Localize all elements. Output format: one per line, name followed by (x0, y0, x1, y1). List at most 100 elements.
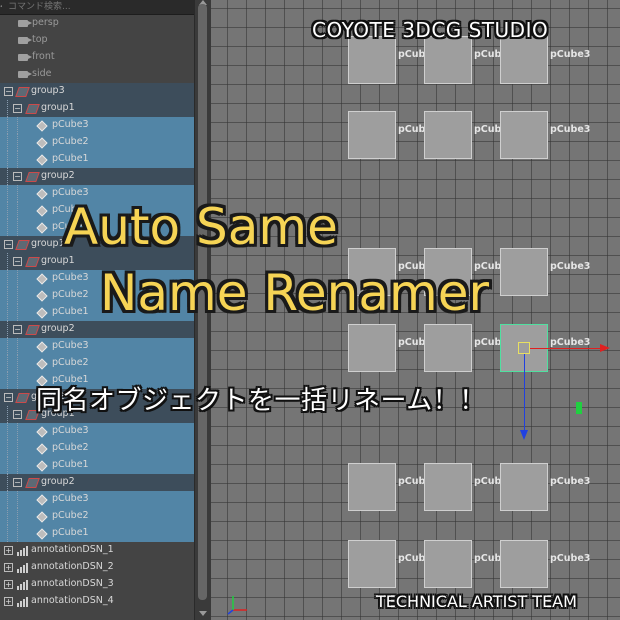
collapse-icon[interactable]: − (4, 393, 13, 402)
app-window: ◂ persptopfrontside−group3−group1pCube3p… (0, 0, 620, 620)
cube[interactable] (424, 36, 472, 84)
outliner-annotation-item[interactable]: + annotationDSN_3 (0, 576, 194, 593)
collapse-icon[interactable]: − (13, 104, 22, 113)
outliner-mesh-item[interactable]: pCube3 (0, 491, 194, 508)
collapse-icon[interactable]: − (13, 325, 22, 334)
outliner-mesh-item[interactable]: pCube3 (0, 338, 194, 355)
tree-guide-line (7, 474, 8, 491)
outliner-item-label: annotationDSN_2 (31, 561, 114, 572)
expand-icon[interactable]: + (4, 597, 13, 606)
cube[interactable] (348, 463, 396, 511)
tree-guide-line (17, 270, 18, 287)
cube[interactable] (424, 111, 472, 159)
outliner-annotation-item[interactable]: + annotationDSN_1 (0, 542, 194, 559)
outliner-subgroup[interactable]: − group2 (0, 474, 194, 491)
tree-guide-line (17, 457, 18, 474)
outliner-item-label: pCube3 (52, 272, 89, 283)
tree-guide-line (17, 117, 18, 134)
tree-guide-line (7, 134, 8, 151)
group-transform-icon (16, 239, 28, 249)
mesh-cube-icon (36, 511, 47, 522)
outliner-annotation-item[interactable]: + annotationDSN_4 (0, 593, 194, 610)
x-axis-handle[interactable] (530, 348, 600, 349)
outliner-item-label: pCube1 (52, 306, 89, 317)
mesh-cube-icon (36, 273, 47, 284)
camera-icon (18, 20, 32, 27)
tree-guide-line (7, 372, 8, 389)
cube[interactable] (424, 463, 472, 511)
cube[interactable] (348, 324, 396, 372)
expand-icon[interactable]: + (4, 563, 13, 572)
outliner-item-label: pCube3 (52, 119, 89, 130)
outliner-mesh-item[interactable]: pCube2 (0, 508, 194, 525)
outliner-item-label: pCube3 (52, 340, 89, 351)
y-axis-arrow-icon[interactable] (520, 430, 528, 440)
cube[interactable] (500, 111, 548, 159)
tree-guide-line (7, 440, 8, 457)
outliner-item-label: group1 (41, 255, 75, 266)
outliner-subgroup[interactable]: − group1 (0, 100, 194, 117)
collapse-icon[interactable]: − (13, 410, 22, 419)
outliner-camera-side[interactable]: side (0, 66, 194, 83)
cube[interactable] (348, 111, 396, 159)
outliner-camera-front[interactable]: front (0, 49, 194, 66)
tree-guide-line (17, 287, 18, 304)
outliner-group[interactable]: − group3 (0, 83, 194, 100)
outliner-annotation-item[interactable]: + annotationDSN_2 (0, 559, 194, 576)
outliner-mesh-item[interactable]: pCube2 (0, 440, 194, 457)
outliner-camera-top[interactable]: top (0, 32, 194, 49)
outliner-camera-persp[interactable]: persp (0, 15, 194, 32)
outliner-mesh-item[interactable]: pCube3 (0, 117, 194, 134)
tree-guide-line (7, 219, 8, 236)
annotation-icon (15, 579, 28, 590)
cube[interactable] (424, 540, 472, 588)
title-line-2: Name Renamer (100, 264, 490, 322)
cube[interactable] (348, 540, 396, 588)
outliner-mesh-item[interactable]: pCube1 (0, 525, 194, 542)
x-axis-arrow-icon[interactable] (600, 344, 610, 352)
outliner-mesh-item[interactable]: pCube1 (0, 457, 194, 474)
cube[interactable] (500, 463, 548, 511)
outliner-mesh-item[interactable]: pCube2 (0, 355, 194, 372)
tree-guide-line (7, 117, 8, 134)
cube[interactable] (500, 36, 548, 84)
outliner-item-label: group2 (41, 170, 75, 181)
cube[interactable] (500, 540, 548, 588)
mesh-cube-icon (36, 358, 47, 369)
z-axis-handle[interactable] (576, 402, 582, 414)
collapse-icon[interactable]: − (13, 478, 22, 487)
search-input[interactable] (2, 1, 186, 12)
mesh-cube-icon (36, 222, 47, 233)
mesh-cube-icon (36, 137, 47, 148)
expand-icon[interactable]: + (4, 546, 13, 555)
outliner-subgroup[interactable]: − group2 (0, 321, 194, 338)
y-axis-handle[interactable] (524, 354, 525, 432)
tree-guide-line (7, 253, 8, 270)
outliner-subgroup[interactable]: − group2 (0, 168, 194, 185)
scroll-down-arrow-icon[interactable] (199, 611, 207, 616)
mesh-cube-icon (36, 154, 47, 165)
collapse-icon[interactable]: − (4, 240, 13, 249)
outliner-item-label: group1 (31, 238, 65, 249)
outliner-mesh-item[interactable]: pCube3 (0, 423, 194, 440)
outliner-mesh-item[interactable]: pCube1 (0, 151, 194, 168)
cube-name-label: pCube3 (550, 49, 591, 60)
move-manipulator-center[interactable] (518, 342, 530, 354)
outliner-item-label: pCube3 (52, 187, 89, 198)
expand-icon[interactable]: + (4, 580, 13, 589)
outliner-mesh-item[interactable]: pCube2 (0, 134, 194, 151)
cube[interactable] (424, 324, 472, 372)
cube-name-label: pCube3 (550, 553, 591, 564)
cube[interactable] (500, 248, 548, 296)
outliner-item-label: side (32, 68, 52, 79)
collapse-icon[interactable]: − (4, 87, 13, 96)
tree-guide-line (7, 202, 8, 219)
tree-guide-line (17, 525, 18, 542)
mesh-cube-icon (36, 460, 47, 471)
collapse-icon[interactable]: − (13, 257, 22, 266)
mesh-cube-icon (36, 188, 47, 199)
tree-guide-line (7, 270, 8, 287)
collapse-icon[interactable]: − (13, 172, 22, 181)
cube[interactable] (348, 36, 396, 84)
tree-guide-line (7, 423, 8, 440)
